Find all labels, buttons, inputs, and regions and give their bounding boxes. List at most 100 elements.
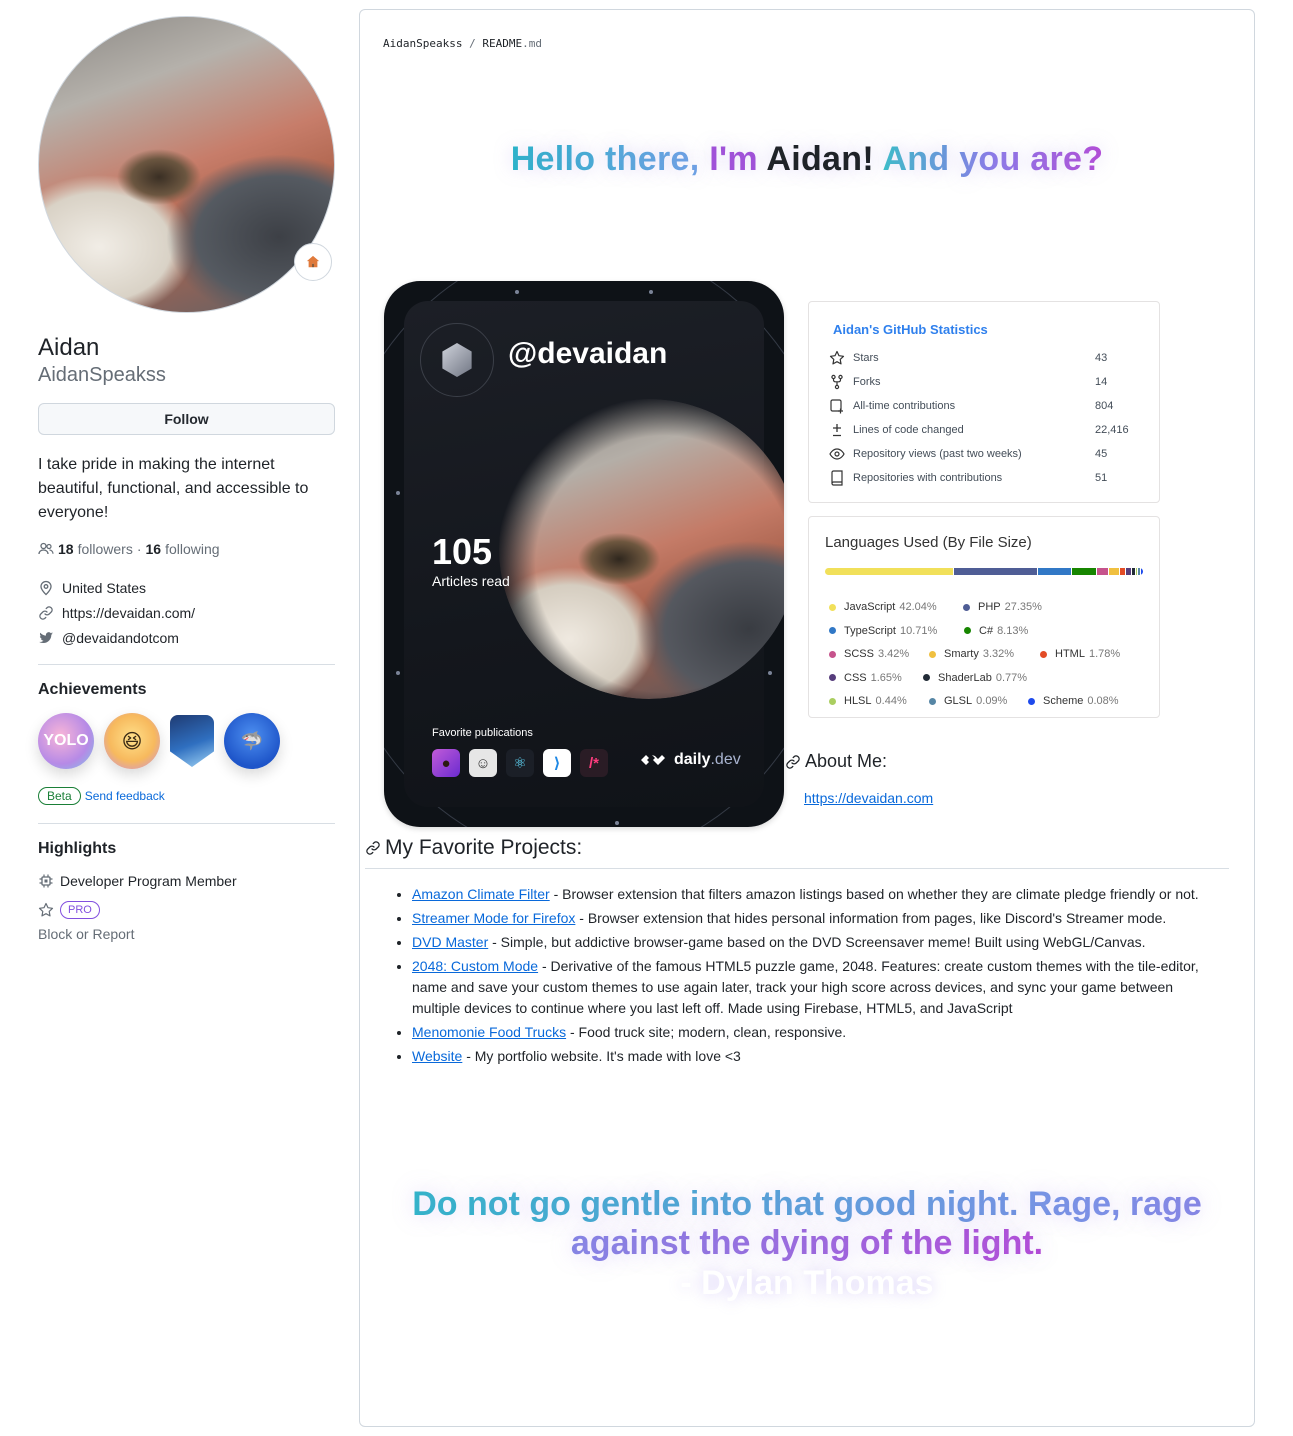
language-color-dot: [929, 697, 936, 705]
language-legend-item: Scheme 0.08%: [1028, 695, 1119, 707]
daily-dev-card[interactable]: @devaidan 105 Articles read Favorite pub…: [384, 281, 784, 827]
language-percent: 27.35%: [1004, 601, 1042, 613]
website-link[interactable]: https://devaidan.com/: [62, 605, 195, 621]
diff-icon: [829, 422, 845, 438]
language-legend-item: C# 8.13%: [964, 625, 1028, 637]
following-count[interactable]: 16: [146, 541, 162, 557]
avatar[interactable]: [38, 16, 335, 313]
followers-label[interactable]: followers: [78, 541, 133, 557]
follow-stats: 18 followers · 16 following: [38, 541, 335, 557]
followers-count[interactable]: 18: [58, 541, 74, 557]
language-color-dot: [1028, 697, 1035, 705]
stats-value: 51: [1095, 472, 1108, 484]
quote-author: - Dylan Thomas: [680, 1264, 934, 1302]
follow-separator: ·: [136, 541, 142, 557]
about-heading: About Me:: [785, 751, 887, 772]
publication-avatar-icon: ●: [432, 749, 460, 777]
achievement-arctic-code-vault[interactable]: [170, 715, 214, 767]
daily-dev-logo-icon: [442, 343, 472, 377]
twitter-handle[interactable]: @devaidandotcom: [62, 630, 179, 646]
language-percent: 8.13%: [997, 624, 1029, 637]
achievement-quickdraw[interactable]: 😆: [104, 713, 160, 769]
language-bar-segment: [1071, 568, 1097, 575]
language-legend-item: GLSL 0.09%: [929, 695, 1007, 707]
hello-heading: Hello there, I'm Aidan! And you are?: [360, 140, 1254, 179]
website-item[interactable]: https://devaidan.com/: [38, 600, 335, 625]
language-legend-item: TypeScript 10.71%: [829, 625, 937, 637]
language-percent: 3.42%: [877, 648, 910, 660]
fork-icon: [829, 374, 845, 390]
devcard-logo-ring: [420, 323, 494, 397]
twitter-item[interactable]: @devaidandotcom: [38, 625, 335, 650]
language-legend-item: ShaderLab 0.77%: [923, 672, 1027, 684]
project-desc: - My portfolio website. It's made with l…: [462, 1048, 741, 1064]
publication-face-icon: ☺: [469, 749, 497, 777]
language-name: ShaderLab: [938, 671, 992, 684]
github-stats-card: Aidan's GitHub Statistics Stars 43 Forks…: [808, 301, 1160, 503]
language-name: JavaScript: [844, 601, 896, 613]
project-link[interactable]: 2048: Custom Mode: [412, 958, 538, 974]
highlights-title: Highlights: [38, 840, 117, 857]
language-percent: 0.44%: [875, 695, 907, 707]
language-color-dot: [829, 603, 836, 611]
language-name: HTML: [1055, 648, 1085, 660]
vscode-icon: ⟩: [543, 749, 571, 777]
list-item: DVD Master - Simple, but addictive brows…: [412, 932, 1224, 953]
block-report-link[interactable]: Block or Report: [38, 926, 335, 942]
language-bar-segment: [1038, 568, 1071, 575]
location-item: United States: [38, 575, 335, 600]
hello-part1: Hello there,: [510, 140, 700, 178]
project-link[interactable]: Menomonie Food Trucks: [412, 1024, 566, 1040]
anchor-link-icon[interactable]: [365, 840, 381, 856]
language-color-dot: [829, 650, 836, 658]
pro-badge: PRO: [60, 900, 100, 919]
achievement-yolo[interactable]: YOLO: [38, 713, 94, 769]
github-stats-title: Aidan's GitHub Statistics: [833, 322, 988, 337]
daily-dev-brand: daily .dev: [638, 751, 741, 769]
stats-label: Stars: [853, 352, 879, 364]
list-item: Menomonie Food Trucks - Food truck site;…: [412, 1022, 1224, 1043]
articles-count: 105: [432, 531, 493, 572]
project-link[interactable]: Streamer Mode for Firefox: [412, 910, 575, 926]
language-name: GLSL: [944, 695, 973, 707]
beta-badge: Beta: [38, 787, 81, 805]
send-feedback-link[interactable]: Send feedback: [85, 789, 165, 803]
language-bar-segment: [1135, 568, 1138, 575]
list-item: 2048: Custom Mode - Derivative of the fa…: [412, 956, 1224, 1019]
people-icon: [38, 541, 54, 557]
language-bar-segment: [1141, 568, 1143, 575]
status-house-icon[interactable]: [294, 243, 332, 281]
achievements-beta-line: Beta Send feedback: [38, 787, 335, 805]
crumb-user[interactable]: AidanSpeakss: [383, 37, 462, 50]
projects-heading: My Favorite Projects:: [365, 836, 1229, 869]
project-desc: - Food truck site; modern, clean, respon…: [566, 1024, 847, 1040]
language-name: Scheme: [1043, 695, 1084, 707]
language-color-dot: [829, 627, 836, 634]
project-desc: - Browser extension that filters amazon …: [549, 886, 1199, 902]
project-desc: - Simple, but addictive browser-game bas…: [488, 934, 1146, 950]
language-color-dot: [829, 674, 836, 681]
stats-value: 45: [1095, 448, 1108, 460]
brand-main: daily: [674, 751, 711, 768]
link-icon: [38, 605, 54, 621]
stats-value: 22,416: [1095, 424, 1129, 436]
profile-bio: I take pride in making the internet beau…: [38, 456, 309, 521]
anchor-link-icon[interactable]: [785, 754, 801, 770]
about-website-link[interactable]: https://devaidan.com: [804, 790, 933, 806]
react-icon: ⚛: [506, 749, 534, 777]
hello-part4: And you are?: [882, 140, 1104, 178]
projects-list: Amazon Climate Filter - Browser extensio…: [412, 884, 1224, 1070]
achievements-title[interactable]: Achievements: [38, 681, 335, 699]
following-label[interactable]: following: [165, 541, 219, 557]
project-link[interactable]: Website: [412, 1048, 462, 1064]
achievement-pull-shark[interactable]: 🦈: [224, 713, 280, 769]
projects-heading-text: My Favorite Projects:: [385, 836, 583, 859]
developer-program-item: Developer Program Member: [38, 866, 335, 895]
quote-text: Do not go gentle into that good night. R…: [412, 1185, 1202, 1262]
project-link[interactable]: DVD Master: [412, 934, 488, 950]
follow-button[interactable]: Follow: [38, 403, 335, 435]
vcard-details: United States https://devaidan.com/ @dev…: [38, 575, 335, 650]
project-link[interactable]: Amazon Climate Filter: [412, 886, 550, 902]
stats-value: 804: [1095, 400, 1114, 412]
language-bar-segment: [1132, 568, 1135, 575]
